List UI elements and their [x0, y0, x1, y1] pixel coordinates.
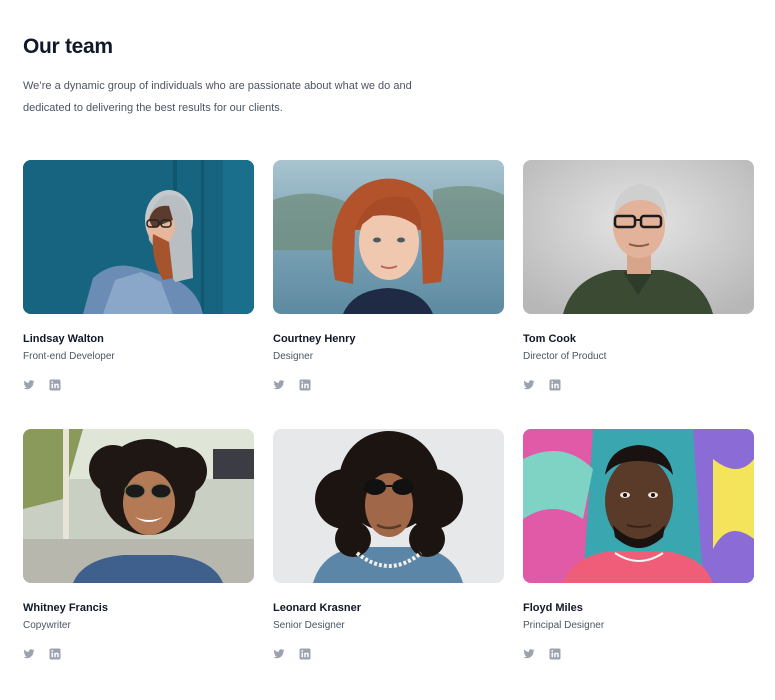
social-links: [23, 648, 254, 660]
member-name: Tom Cook: [523, 333, 576, 345]
team-section: Our team We’re a dynamic group of indivi…: [0, 0, 775, 700]
member-photo: [523, 429, 754, 583]
team-member-card: Courtney Henry Designer: [273, 160, 504, 429]
team-member-card: Tom Cook Director of Product: [523, 160, 754, 429]
section-header: Our team We’re a dynamic group of indivi…: [23, 0, 752, 119]
member-photo: [23, 429, 254, 583]
member-name: Floyd Miles: [523, 602, 583, 614]
member-role: Front-end Developer: [23, 351, 115, 362]
member-name: Courtney Henry: [273, 333, 356, 345]
twitter-icon[interactable]: [273, 648, 285, 660]
linkedin-icon[interactable]: [299, 648, 311, 660]
twitter-icon[interactable]: [23, 648, 35, 660]
team-grid: Lindsay Walton Front-end Developer Court…: [23, 160, 754, 698]
twitter-icon[interactable]: [23, 379, 35, 391]
social-links: [523, 648, 754, 660]
member-name: Leonard Krasner: [273, 602, 362, 614]
social-links: [523, 379, 754, 391]
team-member-card: Floyd Miles Principal Designer: [523, 429, 754, 698]
page-title: Our team: [23, 35, 113, 58]
member-name: Lindsay Walton: [23, 333, 104, 345]
member-role: Principal Designer: [523, 620, 605, 631]
linkedin-icon[interactable]: [549, 648, 561, 660]
social-links: [273, 379, 504, 391]
linkedin-icon[interactable]: [49, 648, 61, 660]
member-photo: [23, 160, 254, 314]
linkedin-icon[interactable]: [49, 379, 61, 391]
team-member-card: Lindsay Walton Front-end Developer: [23, 160, 254, 429]
member-role: Copywriter: [23, 620, 71, 631]
member-role: Director of Product: [523, 351, 607, 362]
page-subtitle: We’re a dynamic group of individuals who…: [23, 80, 412, 114]
twitter-icon[interactable]: [273, 379, 285, 391]
member-role: Designer: [273, 351, 314, 362]
twitter-icon[interactable]: [523, 648, 535, 660]
member-photo: [523, 160, 754, 314]
social-links: [23, 379, 254, 391]
member-role: Senior Designer: [273, 620, 345, 631]
team-member-card: Whitney Francis Copywriter: [23, 429, 254, 698]
social-links: [273, 648, 504, 660]
twitter-icon[interactable]: [523, 379, 535, 391]
member-photo: [273, 429, 504, 583]
member-name: Whitney Francis: [23, 602, 108, 614]
linkedin-icon[interactable]: [549, 379, 561, 391]
linkedin-icon[interactable]: [299, 379, 311, 391]
team-member-card: Leonard Krasner Senior Designer: [273, 429, 504, 698]
member-photo: [273, 160, 504, 314]
